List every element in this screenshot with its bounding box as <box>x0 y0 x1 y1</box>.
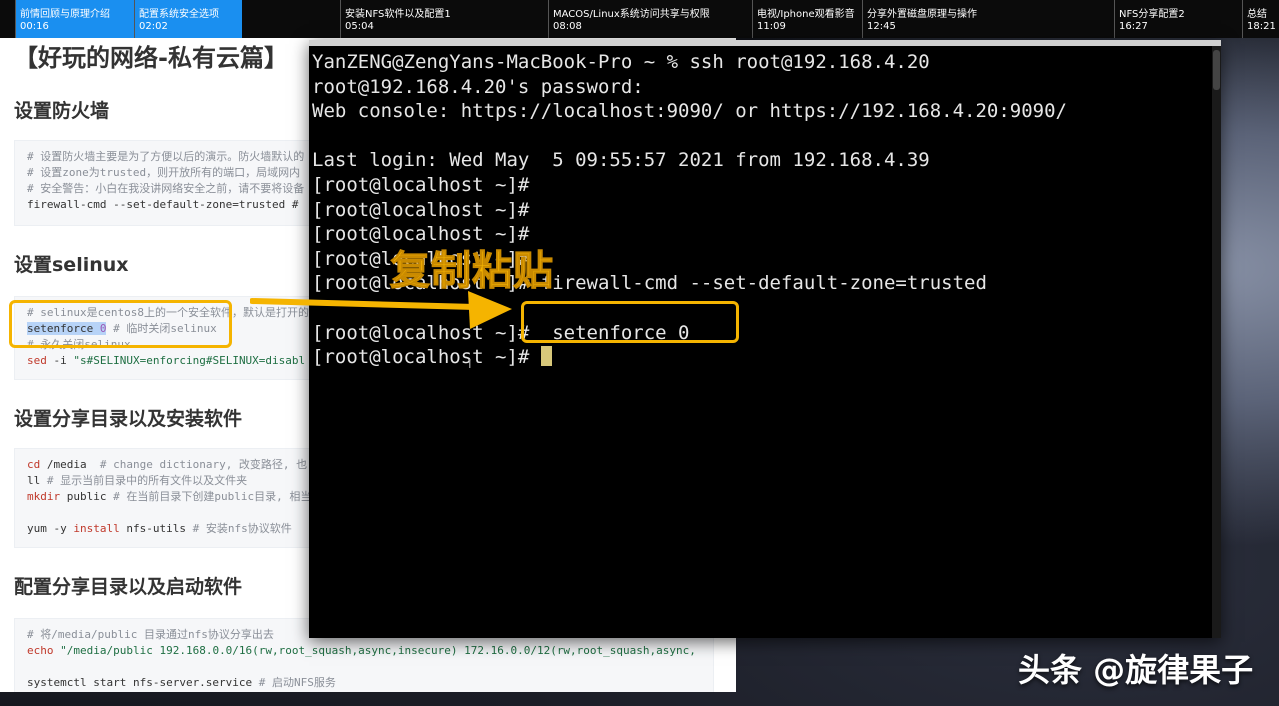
chapter-2[interactable]: 配置系统安全选项 02:02 <box>134 0 242 38</box>
chapter-1[interactable]: 前情回顾与原理介绍 00:16 <box>15 0 134 38</box>
terminal-line: [root@localhost ~]# <box>312 173 530 196</box>
chapter-time: 11:09 <box>757 21 786 32</box>
chapter-4[interactable]: MACOS/Linux系统访问共享与权限 08:08 <box>548 0 752 38</box>
chapter-title: 前情回顾与原理介绍 <box>20 9 110 20</box>
chapter-6[interactable]: 分享外置磁盘原理与操作 12:45 <box>862 0 1114 38</box>
highlight-box-terminal <box>521 301 739 343</box>
terminal-line: root@192.168.4.20's password: <box>312 75 644 98</box>
terminal-prompt-line[interactable]: [root@localhost ~]# <box>312 345 1211 370</box>
code-text: public <box>60 490 114 503</box>
terminal-line: Last login: Wed May 5 09:55:57 2021 from… <box>312 149 930 172</box>
code-comment: # 设置防火墙主要是为了方便以后的演示。防火墙默认的 <box>27 150 305 163</box>
code-comment: # 安全警告：小白在我没讲网络安全之前，请不要将设备 <box>27 182 305 195</box>
terminal-line: YanZENG@ZengYans-MacBook-Pro ~ % ssh roo… <box>312 51 930 73</box>
code-text: nfs-utils <box>119 522 193 535</box>
chapter-title: 安装NFS软件以及配置1 <box>345 9 451 20</box>
code-comment: # 启动NFS服务 <box>258 676 336 689</box>
terminal-scrollbar[interactable] <box>1212 46 1221 638</box>
code-keyword: install <box>73 522 120 535</box>
code-text: systemctl start nfs-server.service <box>27 676 259 689</box>
chapter-5[interactable]: 电视/Iphone观看影音 11:09 <box>752 0 862 38</box>
chapter-timeline: 前情回顾与原理介绍 00:16 配置系统安全选项 02:02 安装NFS软件以及… <box>0 0 1279 38</box>
chapter-time: 00:16 <box>20 21 49 32</box>
chapter-time: 12:45 <box>867 21 896 32</box>
code-comment: # 显示当前目录中的所有文件以及文件夹 <box>40 474 248 487</box>
chapter-title: NFS分享配置2 <box>1119 9 1185 20</box>
code-text: -i <box>46 354 74 367</box>
code-comment: # 安装nfs协议软件 <box>192 522 292 535</box>
chapter-title: 电视/Iphone观看影音 <box>757 9 855 20</box>
chapter-title: 配置系统安全选项 <box>139 9 219 20</box>
code-comment: # 在当前目录下创建public目录, 相当 <box>113 490 312 503</box>
section-heading-firewall: 设置防火墙 <box>14 100 110 122</box>
code-text: /media <box>40 458 100 471</box>
page-title: 【好玩的网络-私有云篇】 <box>14 44 288 72</box>
chapter-time: 05:04 <box>345 21 374 32</box>
code-text: yum -y <box>27 522 74 535</box>
terminal-prompt: [root@localhost ~]# <box>312 346 541 369</box>
ibeam-cursor-icon: I <box>468 357 472 371</box>
code-keyword: echo <box>27 644 54 657</box>
chapter-title: MACOS/Linux系统访问共享与权限 <box>553 9 710 20</box>
section-heading-share: 设置分享目录以及安装软件 <box>14 408 243 430</box>
watermark: 头条 @旋律果子 <box>1018 651 1254 689</box>
chapter-time: 02:02 <box>139 21 168 32</box>
section-heading-selinux: 设置selinux <box>14 254 129 276</box>
code-comment: # change dictionary, 改变路径, 也 <box>99 458 308 471</box>
chapter-8[interactable]: 总结 18:21 <box>1242 0 1279 38</box>
highlight-box-doc <box>9 300 232 348</box>
section-heading-config: 配置分享目录以及启动软件 <box>14 576 243 598</box>
annotation-label: 复制粘贴 <box>390 248 554 295</box>
chapter-7[interactable]: NFS分享配置2 16:27 <box>1114 0 1242 38</box>
chapter-title: 总结 <box>1247 9 1267 20</box>
text-cursor <box>540 346 552 367</box>
chapter-time: 18:21 <box>1247 21 1276 32</box>
code-string: "s#SELINUX=enforcing#SELINUX=disabl <box>73 354 306 367</box>
terminal-line: Web console: https://localhost:9090/ or … <box>312 100 1067 123</box>
code-keyword: sed <box>27 354 47 367</box>
chapter-title: 分享外置磁盘原理与操作 <box>867 9 977 20</box>
code-text: ll <box>27 474 41 487</box>
chapter-3[interactable]: 安装NFS软件以及配置1 05:04 <box>340 0 548 38</box>
chapter-time: 08:08 <box>553 21 582 32</box>
code-comment: # 将/media/public 目录通过nfs协议分享出去 <box>27 628 274 641</box>
code-comment: # 设置zone为trusted，则开放所有的端口，局域网内 <box>27 166 301 179</box>
scrollbar-thumb[interactable] <box>1213 50 1220 90</box>
chapter-time: 16:27 <box>1119 21 1148 32</box>
code-keyword: cd <box>27 458 41 471</box>
code-keyword: mkdir <box>27 490 61 503</box>
terminal-line: [root@localhost ~]# <box>312 198 530 221</box>
code-string: "/media/public 192.168.0.0/16(rw,root_sq… <box>53 644 696 657</box>
code-line: firewall-cmd --set-default-zone=trusted … <box>27 198 299 211</box>
